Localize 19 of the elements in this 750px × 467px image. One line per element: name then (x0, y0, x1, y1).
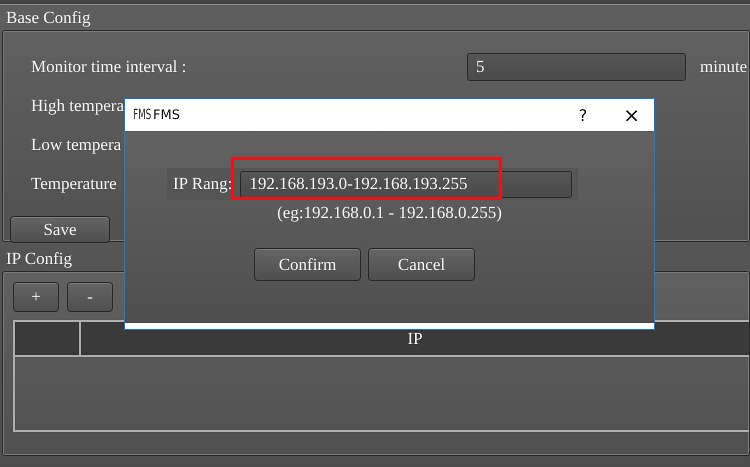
unit-label: minute (700, 57, 748, 77)
field-label: IP Rang: (172, 174, 234, 194)
field-label: Monitor time interval : (31, 57, 186, 76)
input-field[interactable]: 5 (467, 53, 686, 81)
window-title: FMS (153, 108, 180, 122)
field-label: Low tempera (31, 135, 122, 154)
save-button[interactable]: Save (10, 216, 110, 243)
close-button[interactable]: × (623, 103, 640, 127)
group-title: IP Config (6, 249, 72, 269)
help-button[interactable]: ? (578, 106, 588, 124)
ip-range-field[interactable]: 192.168.193.0-192.168.193.255 (240, 170, 572, 198)
add-button[interactable]: + (13, 282, 59, 312)
field-label: Temperature (31, 174, 117, 193)
cancel-button[interactable]: Cancel (368, 248, 475, 281)
group-title: Base Config (6, 8, 91, 28)
hint-text: (eg:192.168.0.1 - 192.168.0.255) (277, 203, 502, 223)
confirm-button[interactable]: Confirm (254, 248, 361, 281)
remove-button[interactable]: - (67, 282, 113, 312)
field-label: High tempera (31, 96, 124, 115)
